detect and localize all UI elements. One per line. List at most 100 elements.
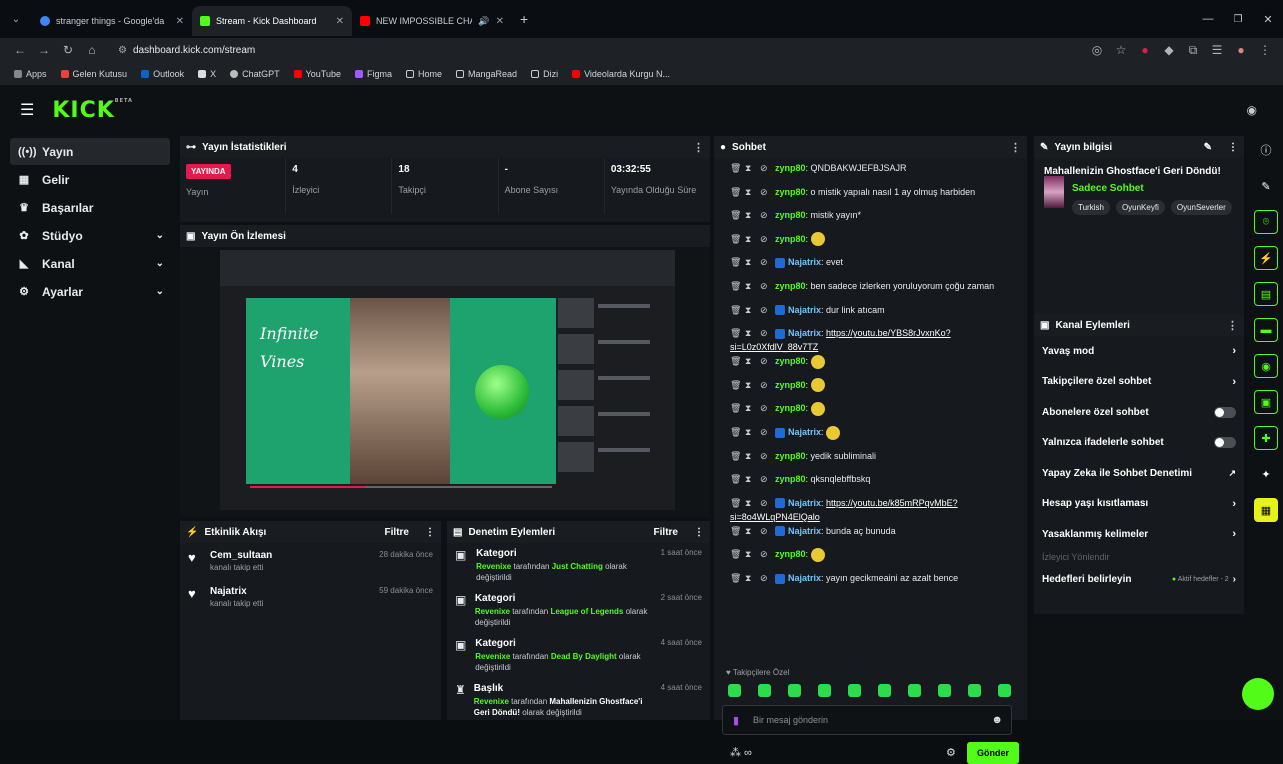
reload-icon[interactable]: ↻ bbox=[56, 43, 80, 57]
timeout-icon[interactable]: ⧗ bbox=[745, 161, 760, 175]
tv-icon[interactable]: ▣ bbox=[1254, 390, 1278, 414]
chat-username[interactable]: zynp80 bbox=[775, 356, 806, 366]
emote-icon[interactable] bbox=[968, 684, 981, 697]
timeout-icon[interactable]: ⧗ bbox=[745, 547, 760, 561]
timeout-icon[interactable]: ⧗ bbox=[745, 401, 760, 415]
ban-icon[interactable]: ⊘ bbox=[760, 571, 775, 585]
ban-icon[interactable]: ⊘ bbox=[760, 232, 775, 246]
ban-icon[interactable]: ⊘ bbox=[760, 425, 775, 439]
user-avatar[interactable]: ◉ bbox=[1247, 103, 1257, 117]
sidebar-item-yayin[interactable]: ((•)) Yayın bbox=[10, 138, 170, 165]
bookmark-item[interactable]: MangaRead bbox=[456, 69, 517, 79]
emoji-picker-icon[interactable]: ☻ bbox=[991, 714, 1003, 726]
ban-icon[interactable]: ⊘ bbox=[760, 378, 775, 392]
ban-icon[interactable]: ⊘ bbox=[760, 303, 775, 317]
more-icon[interactable]: ⋮ bbox=[1010, 141, 1021, 154]
delete-icon[interactable]: 🗑 bbox=[730, 185, 745, 199]
bookmark-item[interactable]: Dizi bbox=[531, 69, 558, 79]
send-button[interactable]: Gönder bbox=[967, 742, 1019, 764]
home-icon[interactable]: ⌂ bbox=[80, 43, 104, 57]
tab-search-icon[interactable]: ⌄ bbox=[0, 14, 32, 25]
reading-list-icon[interactable]: ☰ bbox=[1205, 43, 1229, 57]
minimize-icon[interactable]: — bbox=[1193, 13, 1223, 25]
timeout-icon[interactable]: ⧗ bbox=[745, 496, 760, 510]
delete-icon[interactable]: 🗑 bbox=[730, 161, 745, 175]
timeout-icon[interactable]: ⧗ bbox=[745, 255, 760, 269]
ban-icon[interactable]: ⊘ bbox=[760, 401, 775, 415]
timeout-icon[interactable]: ⧗ bbox=[745, 279, 760, 293]
timeout-icon[interactable]: ⧗ bbox=[745, 472, 760, 486]
delete-icon[interactable]: 🗑 bbox=[730, 279, 745, 293]
moderation-user[interactable]: Revenixe bbox=[475, 652, 510, 661]
sidebar-item-kanal[interactable]: ◣ Kanal ⌄ bbox=[10, 250, 170, 277]
tag[interactable]: Turkish bbox=[1072, 200, 1110, 215]
ban-icon[interactable]: ⊘ bbox=[760, 161, 775, 175]
chat-username[interactable]: zynp80 bbox=[775, 474, 806, 484]
ban-icon[interactable]: ⊘ bbox=[760, 547, 775, 561]
window-close-icon[interactable]: ✕ bbox=[1253, 13, 1283, 26]
sidebar-item-studyo[interactable]: ✿ Stüdyo ⌄ bbox=[10, 222, 170, 249]
eye-off-icon[interactable]: ◎ bbox=[1085, 43, 1109, 57]
wrench-icon[interactable]: ✚ bbox=[1254, 426, 1278, 450]
delete-icon[interactable]: 🗑 bbox=[730, 449, 745, 463]
bookmark-item[interactable]: Videolarda Kurgu N... bbox=[572, 69, 670, 79]
more-icon[interactable]: ⋮ bbox=[694, 527, 704, 538]
kick-logo[interactable]: KICKBETA bbox=[52, 98, 133, 123]
tag[interactable]: OyunSeverler bbox=[1170, 200, 1232, 215]
microphone-icon[interactable]: ▮ bbox=[733, 714, 739, 727]
emote-only-toggle[interactable] bbox=[1214, 437, 1236, 449]
ban-icon[interactable]: ⊘ bbox=[760, 208, 775, 222]
filter-button[interactable]: Filtre bbox=[385, 527, 409, 538]
delete-icon[interactable]: 🗑 bbox=[730, 232, 745, 246]
emote-icon[interactable] bbox=[938, 684, 951, 697]
browser-tab-youtube[interactable]: NEW IMPOSSIBLE CHALLE 🔊 ✕ bbox=[352, 6, 512, 36]
moderation-user[interactable]: Revenixe bbox=[475, 607, 510, 616]
delete-icon[interactable]: 🗑 bbox=[730, 547, 745, 561]
chat-username[interactable]: Najatrix bbox=[788, 257, 821, 267]
delete-icon[interactable]: 🗑 bbox=[730, 472, 745, 486]
stream-category[interactable]: Sadece Sohbet bbox=[1072, 183, 1244, 194]
action-ai-moderation[interactable]: Yapay Zeka ile Sohbet Denetimi ↗ bbox=[1034, 458, 1244, 489]
chat-username[interactable]: Najatrix bbox=[788, 427, 821, 437]
sidebar-item-basarilar[interactable]: ♛ Başarılar bbox=[10, 194, 170, 221]
extension-red-icon[interactable]: ● bbox=[1133, 43, 1157, 57]
broadcast-icon[interactable]: ◉ bbox=[1254, 354, 1278, 378]
emote-icon[interactable] bbox=[788, 684, 801, 697]
more-icon[interactable]: ⋮ bbox=[425, 527, 435, 538]
new-tab-icon[interactable]: + bbox=[520, 11, 528, 27]
browser-tab-google[interactable]: stranger things - Google'da Ara ✕ bbox=[32, 6, 192, 36]
timeout-icon[interactable]: ⧗ bbox=[745, 303, 760, 317]
chat-username[interactable]: zynp80 bbox=[775, 549, 806, 559]
browser-tab-kick[interactable]: Stream - Kick Dashboard ✕ bbox=[192, 6, 352, 36]
emote-icon[interactable] bbox=[878, 684, 891, 697]
delete-icon[interactable]: 🗑 bbox=[730, 255, 745, 269]
activity-user[interactable]: Cem_sultaan bbox=[210, 550, 272, 561]
bookmark-item[interactable]: YouTube bbox=[293, 69, 341, 79]
ban-icon[interactable]: ⊘ bbox=[760, 326, 775, 340]
bookmark-item[interactable]: Gelen Kutusu bbox=[60, 69, 127, 79]
delete-icon[interactable]: 🗑 bbox=[730, 303, 745, 317]
timeout-icon[interactable]: ⧗ bbox=[745, 354, 760, 368]
puzzle-icon[interactable]: ⧉ bbox=[1181, 43, 1205, 58]
extension-icon[interactable]: ◆ bbox=[1157, 43, 1181, 57]
chat-username[interactable]: zynp80 bbox=[775, 451, 806, 461]
delete-icon[interactable]: 🗑 bbox=[730, 496, 745, 510]
emote-icon[interactable] bbox=[848, 684, 861, 697]
chat-username[interactable]: zynp80 bbox=[775, 187, 806, 197]
edit-icon[interactable]: ✎ bbox=[1254, 174, 1278, 198]
chat-settings-icon[interactable]: ⚙ bbox=[946, 746, 956, 759]
delete-icon[interactable]: 🗑 bbox=[730, 208, 745, 222]
moderation-user[interactable]: Revenixe bbox=[474, 697, 509, 706]
document-icon[interactable]: ▤ bbox=[1254, 282, 1278, 306]
emote-icon[interactable] bbox=[728, 684, 741, 697]
chat-username[interactable]: zynp80 bbox=[775, 281, 806, 291]
bookmark-item[interactable]: Outlook bbox=[141, 69, 184, 79]
ban-icon[interactable]: ⊘ bbox=[760, 496, 775, 510]
activity-user[interactable]: Najatrix bbox=[210, 586, 263, 597]
delete-icon[interactable]: 🗑 bbox=[730, 378, 745, 392]
filter-button[interactable]: Filtre bbox=[654, 527, 678, 538]
delete-icon[interactable]: 🗑 bbox=[730, 401, 745, 415]
sidebar-item-gelir[interactable]: ▦ Gelir bbox=[10, 166, 170, 193]
delete-icon[interactable]: 🗑 bbox=[730, 524, 745, 538]
lightning-icon[interactable]: ⚡ bbox=[1254, 246, 1278, 270]
